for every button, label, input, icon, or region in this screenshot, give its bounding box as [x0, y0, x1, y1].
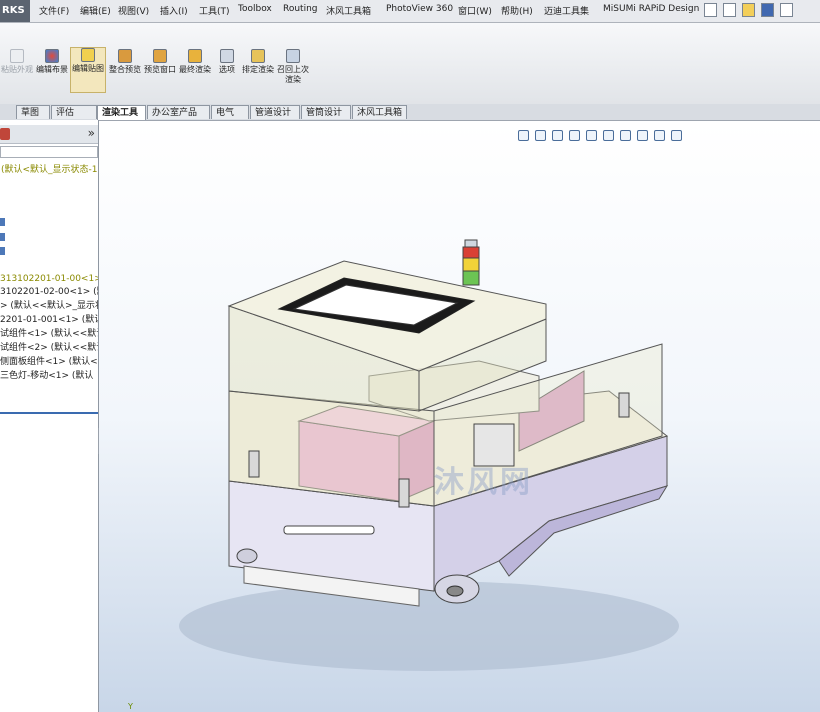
schedule-render-icon — [251, 49, 265, 63]
menu-toolbox[interactable]: Toolbox — [238, 4, 272, 14]
preview-window-button[interactable]: 预览窗口 — [143, 49, 177, 75]
feature-icon[interactable] — [0, 218, 5, 226]
model-shadow — [179, 581, 679, 671]
save-icon[interactable] — [761, 3, 774, 17]
menu-routing[interactable]: Routing — [283, 4, 318, 14]
front-vent-slot — [283, 525, 375, 535]
root-configuration[interactable]: (默认<默认_显示状态-1 — [1, 162, 98, 175]
command-tabs: 草图 评估 渲染工具 办公室产品 电气 管道设计 管筒设计 沐风工具箱 — [0, 104, 820, 121]
agv-model-render — [179, 239, 679, 671]
final-render-icon — [188, 49, 202, 63]
feature-icon[interactable] — [0, 247, 5, 255]
feature-icon[interactable] — [0, 233, 5, 241]
tree-item[interactable]: > (默认<<默认>_显示状 — [0, 300, 98, 312]
tree-item[interactable]: 试组件<1> (默认<<默认 — [0, 328, 98, 340]
quick-access-bar — [704, 3, 793, 17]
tab-sketch[interactable]: 草图 — [16, 105, 50, 119]
open-folder-icon[interactable] — [742, 3, 755, 17]
edit-decal-label: 编辑贴图 — [72, 64, 104, 73]
tree-filter-input[interactable] — [0, 146, 98, 158]
menu-tools[interactable]: 工具(T) — [199, 4, 230, 17]
integrated-preview-label: 整合预览 — [109, 65, 141, 74]
feature-manager-tree: » (默认<默认_显示状态-1 313102201-01-00<1> 31022… — [0, 120, 99, 712]
tree-item[interactable]: 313102201-01-00<1> — [0, 273, 98, 285]
side-bracket — [618, 392, 630, 418]
options-icon — [220, 49, 234, 63]
recall-last-render-icon — [286, 49, 300, 63]
menu-insert[interactable]: 插入(I) — [160, 4, 188, 17]
recall-last-render-button[interactable]: 召回上次渲染 — [276, 49, 310, 85]
tree-divider — [0, 412, 98, 414]
edit-decal-icon — [81, 48, 95, 62]
final-render-button[interactable]: 最终渲染 — [178, 49, 212, 75]
tab-office-products[interactable]: 办公室产品 — [147, 105, 210, 119]
menu-bar: RKS 文件(F) 编辑(E) 视图(V) 插入(I) 工具(T) Toolbo… — [0, 0, 820, 23]
paste-appearance-icon — [10, 49, 24, 63]
expand-tabs-button[interactable]: » — [88, 126, 95, 140]
tab-tubing[interactable]: 管筒设计 — [301, 105, 351, 119]
coordinate-triad: Y — [128, 702, 133, 711]
menu-file[interactable]: 文件(F) — [39, 4, 69, 17]
new-document-icon[interactable] — [723, 3, 736, 17]
tree-item[interactable]: 试组件<2> (默认<<默认 — [0, 342, 98, 354]
watermark: 沐风网 — [434, 465, 533, 500]
tree-item[interactable]: 侧面板组件<1> (默认<默 — [0, 356, 98, 368]
menu-maidi-tools[interactable]: 迈迪工具集 — [544, 4, 589, 17]
appearance-tab-icon[interactable] — [0, 128, 10, 140]
tower-light-red — [462, 246, 480, 259]
side-bracket — [398, 478, 410, 508]
menu-help[interactable]: 帮助(H) — [501, 4, 533, 17]
tab-electrical[interactable]: 电气 — [211, 105, 249, 119]
tab-evaluate[interactable]: 评估 — [51, 105, 97, 119]
integrated-preview-icon — [118, 49, 132, 63]
integrated-preview-button[interactable]: 整合预览 — [108, 49, 142, 75]
final-render-label: 最终渲染 — [179, 65, 211, 74]
recall-last-render-label: 召回上次渲染 — [277, 65, 309, 84]
paste-appearance-label: 粘贴外观 — [1, 65, 33, 74]
edit-scene-button[interactable]: 编辑布景 — [35, 49, 69, 75]
wheel — [236, 548, 258, 564]
menu-photoview[interactable]: PhotoView 360 — [386, 4, 453, 14]
app-brand: RKS — [0, 0, 30, 22]
menu-view[interactable]: 视图(V) — [118, 4, 149, 17]
schedule-render-button[interactable]: 排定渲染 — [241, 49, 275, 75]
menu-edit[interactable]: 编辑(E) — [80, 4, 111, 17]
edit-decal-button[interactable]: 编辑贴图 — [70, 47, 106, 93]
tab-mufeng-tools[interactable]: 沐风工具箱 — [352, 105, 407, 119]
menu-mufeng-tools[interactable]: 沐风工具箱 — [326, 4, 371, 17]
preview-window-icon — [153, 49, 167, 63]
side-bracket — [248, 450, 260, 478]
preview-window-label: 预览窗口 — [144, 65, 176, 74]
command-manager: 粘贴外观 编辑布景 编辑贴图 整合预览 预览窗口 最终渲染 选项 排定渲染 召回… — [0, 23, 820, 105]
tower-light-cap — [464, 239, 478, 248]
wheel — [446, 585, 464, 597]
tab-piping[interactable]: 管道设计 — [250, 105, 300, 119]
pin-icon[interactable] — [704, 3, 717, 17]
tree-item[interactable]: 三色灯-移动<1> (默认 — [0, 370, 93, 382]
options-button[interactable]: 选项 — [210, 49, 244, 75]
edit-scene-label: 编辑布景 — [36, 65, 68, 74]
menu-misumi[interactable]: MiSUMi RAPiD Design — [603, 4, 699, 14]
tree-item[interactable]: 3102201-02-00<1> (默 — [0, 286, 98, 298]
options-label: 选项 — [219, 65, 235, 74]
tower-light-yellow — [462, 257, 480, 272]
tree-item[interactable]: 2201-01-001<1> (默认 — [0, 314, 98, 326]
schedule-render-label: 排定渲染 — [242, 65, 274, 74]
tower-light-green — [462, 270, 480, 286]
menu-window[interactable]: 窗口(W) — [458, 4, 492, 17]
tab-render-tools[interactable]: 渲染工具 — [97, 105, 146, 120]
tree-header: » — [0, 125, 98, 144]
edit-scene-icon — [45, 49, 59, 63]
print-icon[interactable] — [780, 3, 793, 17]
graphics-area[interactable]: 沐风网 — [99, 121, 820, 712]
paste-appearance-button[interactable]: 粘贴外观 — [0, 49, 34, 75]
